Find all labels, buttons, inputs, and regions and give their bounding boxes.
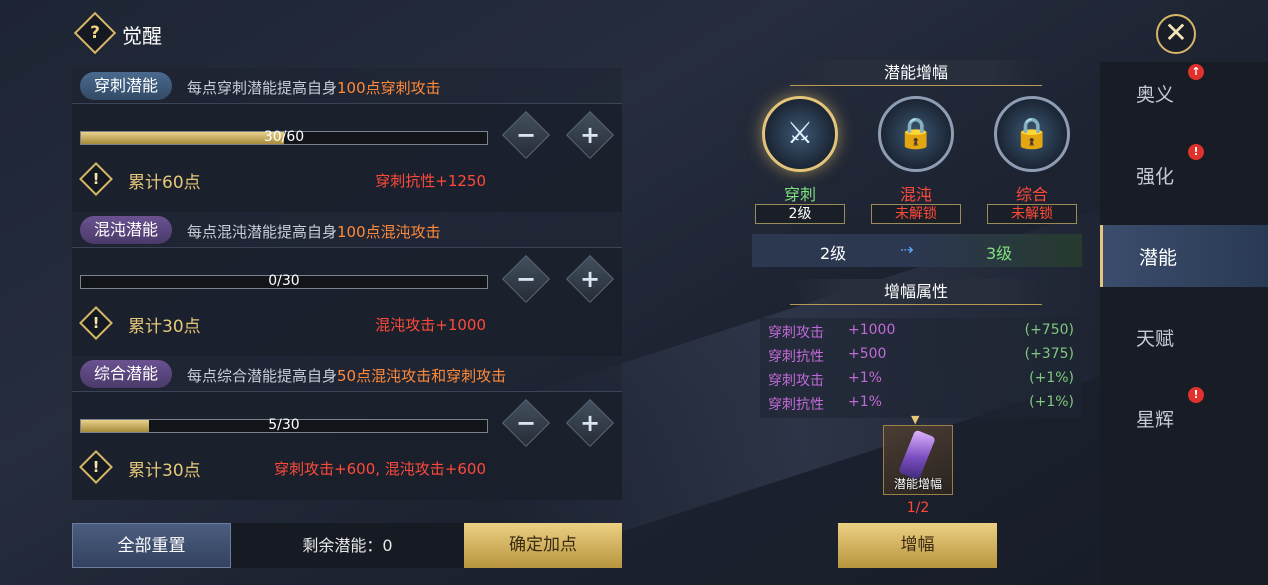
level-to: 3级 bbox=[986, 244, 1013, 263]
potential-description: 每点综合潜能提高自身50点混沌攻击和穿刺攻击 bbox=[187, 367, 507, 385]
pierce-sword-icon: ⚔ bbox=[762, 96, 838, 172]
progress-bar: 30/60 bbox=[80, 129, 488, 145]
node-pierce[interactable]: ⚔ bbox=[762, 96, 838, 172]
attr-row: 穿刺抗性 +500 (+375) bbox=[768, 346, 1074, 365]
confirm-button[interactable]: 确定加点 bbox=[464, 523, 622, 568]
alert-badge-icon: ! bbox=[1188, 144, 1204, 160]
remaining-points: 剩余潜能：0 bbox=[231, 523, 464, 568]
close-button[interactable]: ✕ bbox=[1156, 14, 1196, 54]
progress-text: 5/30 bbox=[268, 417, 300, 433]
attr-row: 穿刺攻击 +1000 (+750) bbox=[768, 322, 1074, 341]
potential-row-combined: 综合潜能 每点综合潜能提高自身50点混沌攻击和穿刺攻击 5/30 − + ! 累… bbox=[72, 356, 622, 500]
node-combined-tag: 未解锁 bbox=[987, 204, 1077, 224]
node-chaos-name: 混沌 bbox=[899, 185, 932, 204]
attr-row: 穿刺抗性 +1% (+1%) bbox=[768, 394, 1074, 413]
reset-all-button[interactable]: 全部重置 bbox=[72, 523, 231, 568]
accumulated-bonus: 穿刺攻击+600, 混沌攻击+600 bbox=[274, 460, 486, 478]
potential-label: 穿刺潜能 bbox=[80, 72, 173, 100]
attr-list: 穿刺攻击 +1000 (+750) 穿刺抗性 +500 (+375) 穿刺攻击 +1% (+… bbox=[760, 318, 1082, 418]
node-combined[interactable]: 🔒 bbox=[994, 96, 1070, 172]
attr-row: 穿刺攻击 +1% (+1%) bbox=[768, 370, 1074, 389]
accumulated-points: 累计30点 bbox=[128, 461, 201, 481]
upgrade-badge-icon: ↑ bbox=[1188, 64, 1204, 80]
progress-text: 30/60 bbox=[263, 129, 305, 145]
potential-header: 穿刺潜能 每点穿刺潜能提高自身100点穿刺攻击 bbox=[72, 68, 622, 104]
help-icon[interactable]: ? bbox=[73, 11, 117, 55]
minus-button[interactable]: − bbox=[501, 398, 551, 448]
accumulated-points: 累计60点 bbox=[128, 173, 201, 193]
potential-body: 0/30 − + ! 累计30点 混沌攻击+1000 bbox=[72, 248, 622, 356]
sidebar-item-mystery[interactable]: 奥义 ↑ bbox=[1100, 62, 1268, 124]
level-transition: 2级 ⇢ 3级 bbox=[752, 234, 1082, 267]
plus-button[interactable]: + bbox=[565, 110, 615, 160]
accumulated-bonus: 混沌攻击+1000 bbox=[375, 316, 486, 334]
node-combined-name: 综合 bbox=[1015, 185, 1048, 204]
potential-header: 混沌潜能 每点混沌潜能提高自身100点混沌攻击 bbox=[72, 212, 622, 248]
potential-body: 5/30 − + ! 累计30点 穿刺攻击+600, 混沌攻击+600 bbox=[72, 392, 622, 500]
node-chaos-tag: 未解锁 bbox=[871, 204, 961, 224]
progress-text: 0/30 bbox=[268, 273, 300, 289]
minus-button[interactable]: − bbox=[501, 110, 551, 160]
potential-label: 综合潜能 bbox=[80, 360, 173, 388]
lock-icon: 🔒 bbox=[994, 96, 1070, 172]
potential-header: 综合潜能 每点综合潜能提高自身50点混沌攻击和穿刺攻击 bbox=[72, 356, 622, 392]
minus-button[interactable]: − bbox=[501, 254, 551, 304]
sidebar: 奥义 ↑ 强化 ! 潜能 天赋 星辉 ! bbox=[1100, 62, 1268, 585]
attr-title: 增幅属性 bbox=[790, 279, 1042, 305]
page-title: 觉醒 bbox=[122, 24, 162, 48]
item-count: 1/2 bbox=[906, 500, 930, 516]
potential-description: 每点穿刺潜能提高自身100点穿刺攻击 bbox=[187, 79, 441, 97]
potential-row-pierce: 穿刺潜能 每点穿刺潜能提高自身100点穿刺攻击 30/60 − + ! 累计60… bbox=[72, 68, 622, 212]
sidebar-item-enhance[interactable]: 强化 ! bbox=[1100, 144, 1268, 206]
potential-label: 混沌潜能 bbox=[80, 216, 173, 244]
progress-bar: 5/30 bbox=[80, 417, 488, 433]
accumulated-points: 累计30点 bbox=[128, 317, 201, 337]
amplify-button[interactable]: 增幅 bbox=[838, 523, 997, 568]
sidebar-item-talent[interactable]: 天赋 bbox=[1100, 306, 1268, 368]
progress-bar: 0/30 bbox=[80, 273, 488, 289]
arrow-right-icon: ⇢ bbox=[900, 240, 914, 259]
sidebar-item-starlight[interactable]: 星辉 ! bbox=[1100, 387, 1268, 449]
level-from: 2级 bbox=[820, 244, 847, 263]
plus-button[interactable]: + bbox=[565, 398, 615, 448]
alert-badge-icon: ! bbox=[1188, 387, 1204, 403]
potential-description: 每点混沌潜能提高自身100点混沌攻击 bbox=[187, 223, 441, 241]
potential-body: 30/60 − + ! 累计60点 穿刺抗性+1250 bbox=[72, 104, 622, 212]
potential-row-chaos: 混沌潜能 每点混沌潜能提高自身100点混沌攻击 0/30 − + ! 累计30点… bbox=[72, 212, 622, 356]
item-label: 潜能增幅 bbox=[893, 477, 942, 491]
warning-icon: ! bbox=[79, 162, 113, 196]
crystal-icon bbox=[898, 429, 936, 481]
node-pierce-name: 穿刺 bbox=[783, 185, 816, 204]
amplify-item-slot[interactable]: 潜能增幅 bbox=[883, 425, 953, 495]
warning-icon: ! bbox=[79, 306, 113, 340]
amplify-title: 潜能增幅 bbox=[790, 60, 1042, 86]
node-pierce-tag: 2级 bbox=[755, 204, 845, 224]
warning-icon: ! bbox=[79, 450, 113, 484]
plus-button[interactable]: + bbox=[565, 254, 615, 304]
node-chaos[interactable]: 🔒 bbox=[878, 96, 954, 172]
sidebar-item-potential[interactable]: 潜能 bbox=[1100, 225, 1268, 287]
lock-icon: 🔒 bbox=[878, 96, 954, 172]
accumulated-bonus: 穿刺抗性+1250 bbox=[375, 172, 486, 190]
